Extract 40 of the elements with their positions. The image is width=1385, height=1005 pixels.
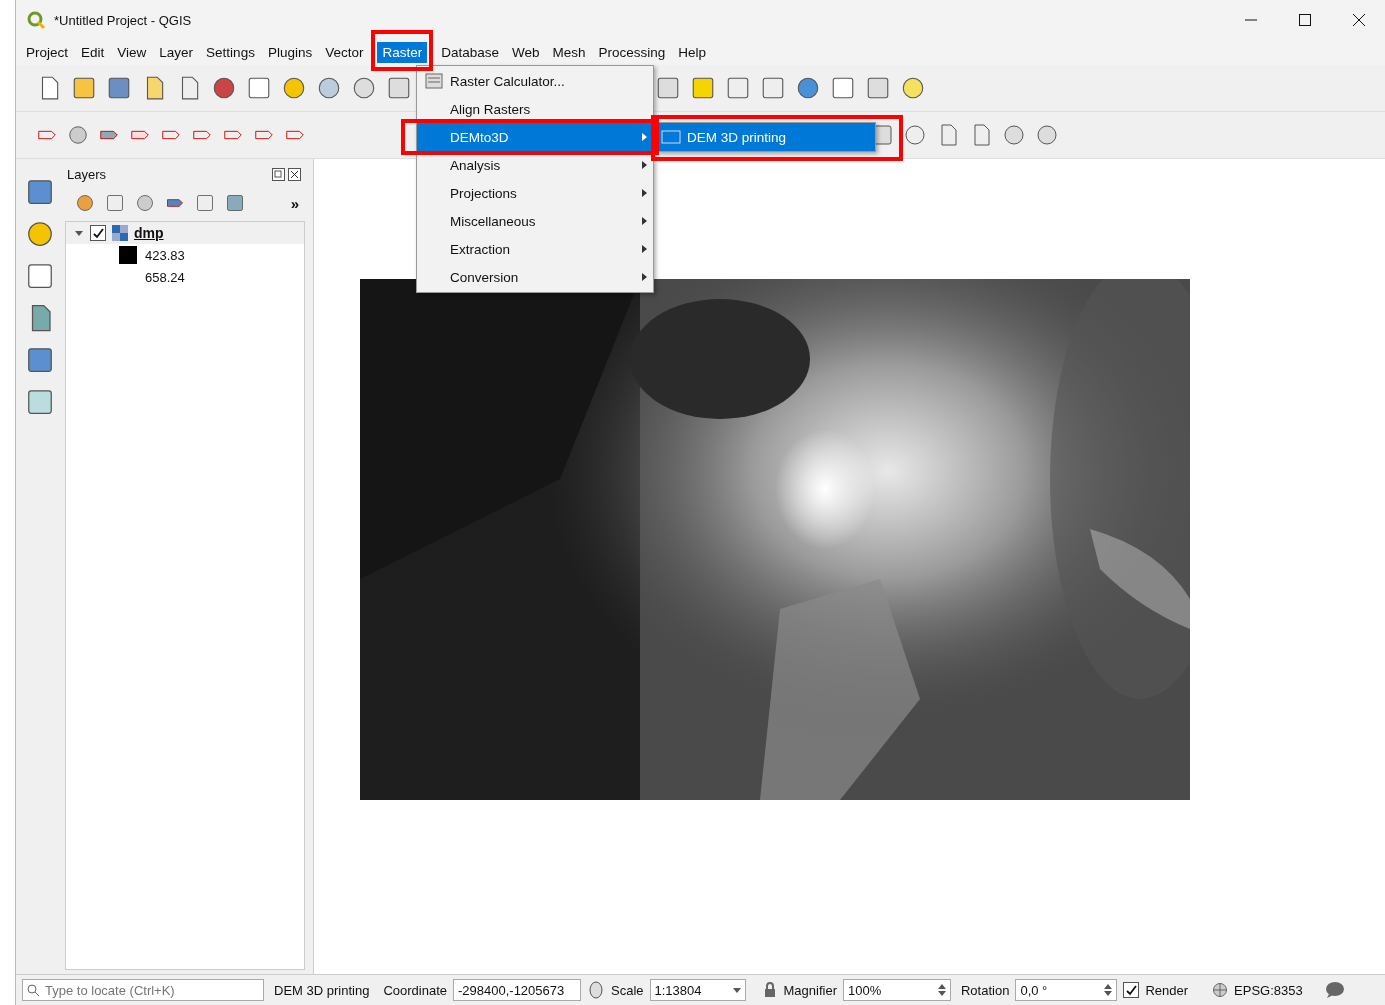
more-button[interactable]: » xyxy=(290,194,299,212)
menu-entry[interactable]: Miscellaneous xyxy=(417,207,653,235)
coordinate-label: Coordinate xyxy=(383,982,447,998)
menu-item[interactable]: Web xyxy=(507,42,545,63)
coordinate-field[interactable]: -298400,-1205673 xyxy=(453,979,581,1001)
scale-combo[interactable]: 1:13804 xyxy=(649,979,746,1001)
scale-label: Scale xyxy=(611,982,644,998)
menu-item[interactable]: Help xyxy=(673,42,712,63)
menu-entry[interactable]: Analysis xyxy=(417,151,653,179)
menu-entry[interactable]: DEM 3D printing xyxy=(657,123,875,151)
magnifier-spinbox[interactable]: 100% xyxy=(843,979,951,1001)
menu-item[interactable]: Project xyxy=(21,42,74,63)
menu-item[interactable]: Edit xyxy=(76,42,110,63)
menu-item[interactable]: Raster xyxy=(377,42,428,63)
menu-item[interactable]: View xyxy=(112,42,152,63)
menu-item[interactable]: Layer xyxy=(154,42,199,63)
menu-entry[interactable]: Align Rasters xyxy=(417,95,653,123)
rotation-label: Rotation xyxy=(961,982,1010,998)
menu-entry[interactable]: Extraction xyxy=(417,235,653,263)
menu-item[interactable]: Mesh xyxy=(547,42,591,63)
menu-entry[interactable]: Raster Calculator... xyxy=(417,67,653,95)
menu-entry[interactable]: Projections xyxy=(417,179,653,207)
menu-item[interactable]: Settings xyxy=(201,42,260,63)
menu-item[interactable]: Processing xyxy=(593,42,671,63)
locate-field[interactable]: Type to locate (Ctrl+K) xyxy=(22,979,264,1001)
legend-value: 423.83 xyxy=(145,247,185,263)
rotation-spinbox[interactable]: 0,0 ° xyxy=(1015,979,1118,1001)
panel-title: Layers xyxy=(67,166,107,182)
menu-entry[interactable]: DEMto3D xyxy=(417,123,653,151)
menu-entry[interactable]: Conversion xyxy=(417,263,653,291)
menu-item[interactable]: Database xyxy=(436,42,504,63)
window-title: *Untitled Project - QGIS xyxy=(54,12,193,28)
render-label: Render xyxy=(1145,982,1189,998)
layer-name[interactable]: dmp xyxy=(134,225,164,241)
magnifier-label: Magnifier xyxy=(783,982,837,998)
status-message: DEM 3D printing xyxy=(274,982,370,998)
menu-item[interactable]: Plugins xyxy=(262,42,318,63)
crs-button[interactable]: EPSG:8353 xyxy=(1234,982,1303,998)
menu-item[interactable]: Vector xyxy=(320,42,369,63)
legend-value: 658.24 xyxy=(145,269,185,285)
